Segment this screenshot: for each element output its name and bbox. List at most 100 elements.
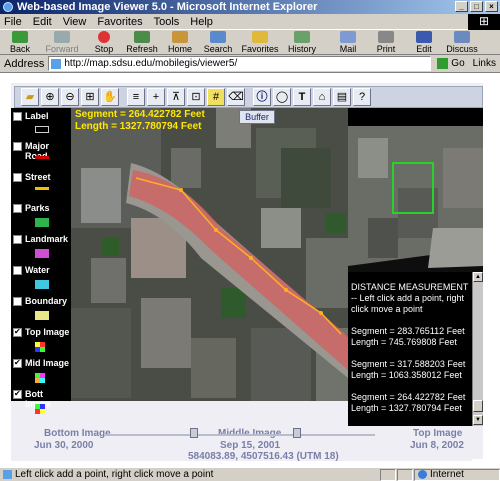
checkbox-top-image[interactable] <box>13 327 22 337</box>
measure-intro: DISTANCE MEASUREMENT -- Left click add a… <box>351 282 469 314</box>
measure-1-segment: Segment = 283.765112 Feet <box>351 326 465 336</box>
home-icon <box>172 31 188 43</box>
checkbox-boundary[interactable] <box>13 297 22 306</box>
page-icon <box>51 58 62 69</box>
timeline-slider-track[interactable] <box>105 434 375 436</box>
length-readout: Length = 1327.780794 Feet <box>75 121 202 132</box>
address-bar: Address http://map.sdsu.edu/mobilegis/vi… <box>0 55 500 72</box>
mid-image-icon <box>35 373 45 383</box>
status-message: Left click add a point, right click move… <box>0 469 380 480</box>
checkbox-label[interactable] <box>13 112 22 121</box>
measure-icon[interactable]: ⊼ <box>167 88 185 106</box>
browser-toolbar: Back Forward Stop Refresh Home Search Fa… <box>0 31 500 55</box>
measurement-text: DISTANCE MEASUREMENT -- Left click add a… <box>351 282 469 414</box>
go-arrow-icon <box>437 58 449 69</box>
windows-flag-icon: ⊞ <box>468 14 500 30</box>
crosshair-icon[interactable]: + <box>147 88 165 106</box>
timeline-handle-left[interactable] <box>190 428 198 438</box>
checkbox-street[interactable] <box>13 173 22 182</box>
top-image-icon <box>35 342 45 352</box>
menu-help[interactable]: Help <box>190 16 213 28</box>
print-map-icon[interactable]: ▤ <box>333 88 351 106</box>
select-circle-icon[interactable]: ◯ <box>273 88 291 106</box>
menu-tools[interactable]: Tools <box>154 16 180 28</box>
layers-icon[interactable]: ≡ <box>127 88 145 106</box>
zoom-box-icon[interactable]: ⊞ <box>81 88 99 106</box>
text-icon[interactable]: T <box>293 88 311 106</box>
status-bar: Left click add a point, right click move… <box>0 467 500 481</box>
favorites-button[interactable]: Favorites <box>238 31 282 54</box>
menu-view[interactable]: View <box>63 16 87 28</box>
checkbox-water[interactable] <box>13 266 22 275</box>
forward-arrow-icon <box>54 31 70 43</box>
page-status-icon <box>3 470 12 479</box>
status-cell-2 <box>397 468 413 481</box>
minimize-button[interactable]: _ <box>455 1 468 12</box>
overview-extent-box[interactable] <box>392 162 434 214</box>
measure-2-length: Length = 1063.358012 Feet <box>351 370 462 380</box>
street-swatch <box>35 187 49 190</box>
address-label: Address <box>4 57 45 70</box>
legend-panel: Label Major Road Street Parks Landmark W… <box>11 108 71 409</box>
measure-2-segment: Segment = 317.588203 Feet <box>351 359 466 369</box>
back-button[interactable]: Back <box>2 31 38 54</box>
menu-file[interactable]: File <box>4 16 22 28</box>
main-map-view[interactable]: Segment = 264.422782 Feet Length = 1327.… <box>71 108 348 401</box>
checkbox-major-road[interactable] <box>13 142 22 151</box>
pan-hand-icon[interactable]: ✋ <box>101 88 119 106</box>
eraser-icon[interactable]: ⌫ <box>227 88 245 106</box>
checkbox-mid-image[interactable] <box>13 358 22 368</box>
boundary-swatch <box>35 311 49 320</box>
timeline-handle-right[interactable] <box>293 428 301 438</box>
bottom-image-label: Bottom Image <box>44 428 111 439</box>
forward-button[interactable]: Forward <box>40 31 84 54</box>
menu-favorites[interactable]: Favorites <box>97 16 142 28</box>
zoom-in-icon[interactable]: ⊕ <box>41 88 59 106</box>
discuss-button[interactable]: Discuss <box>444 31 480 54</box>
history-button[interactable]: History <box>284 31 320 54</box>
mail-button[interactable]: Mail <box>330 31 366 54</box>
label-symbol-icon <box>35 126 49 133</box>
search-icon <box>210 31 226 43</box>
scroll-thumb[interactable] <box>473 400 483 412</box>
home-button[interactable]: Home <box>162 31 198 54</box>
address-url[interactable]: http://map.sdsu.edu/mobilegis/viewer5/ <box>64 58 237 69</box>
close-button[interactable]: × <box>485 1 498 12</box>
buffer-tooltip: Buffer <box>239 110 275 124</box>
measure-3-length: Length = 1327.780794 Feet <box>351 403 462 413</box>
bott-image-icon <box>35 404 45 414</box>
grid-icon[interactable]: # <box>207 88 225 106</box>
scroll-down-icon[interactable]: ▼ <box>473 415 483 425</box>
print-button[interactable]: Print <box>368 31 404 54</box>
landmark-swatch <box>35 249 49 258</box>
refresh-button[interactable]: Refresh <box>124 31 160 54</box>
top-image-date: Jun 8, 2002 <box>410 440 464 451</box>
top-image-label: Top Image <box>413 428 463 439</box>
help-icon[interactable]: ? <box>353 88 371 106</box>
links-button[interactable]: Links <box>473 58 496 69</box>
major-road-swatch <box>35 156 49 159</box>
print-icon <box>378 31 394 43</box>
info-icon[interactable]: ⓘ <box>253 88 271 106</box>
window-title-bar: Web-based Image Viewer 5.0 - Microsoft I… <box>0 0 500 14</box>
zoom-out-icon[interactable]: ⊖ <box>61 88 79 106</box>
checkbox-bott-image[interactable] <box>13 389 22 399</box>
open-folder-icon[interactable]: ▰ <box>21 88 39 106</box>
maximize-button[interactable]: □ <box>470 1 483 12</box>
checkbox-landmark[interactable] <box>13 235 22 244</box>
menu-edit[interactable]: Edit <box>33 16 52 28</box>
text-panel-scrollbar[interactable]: ▲ ▼ <box>472 272 483 426</box>
polygon-icon[interactable]: ⌂ <box>313 88 331 106</box>
checkbox-parks[interactable] <box>13 204 22 213</box>
discuss-icon <box>454 31 470 43</box>
segment-readout: Segment = 264.422782 Feet <box>75 109 205 120</box>
scroll-up-icon[interactable]: ▲ <box>473 272 483 282</box>
buffer-icon[interactable]: ⊡ <box>187 88 205 106</box>
address-field[interactable]: http://map.sdsu.edu/mobilegis/viewer5/ <box>48 56 432 71</box>
stop-button[interactable]: Stop <box>86 31 122 54</box>
aerial-image <box>71 108 348 401</box>
edit-button[interactable]: Edit <box>406 31 442 54</box>
search-button[interactable]: Search <box>200 31 236 54</box>
go-button[interactable]: Go <box>437 58 465 69</box>
mail-icon <box>340 31 356 43</box>
